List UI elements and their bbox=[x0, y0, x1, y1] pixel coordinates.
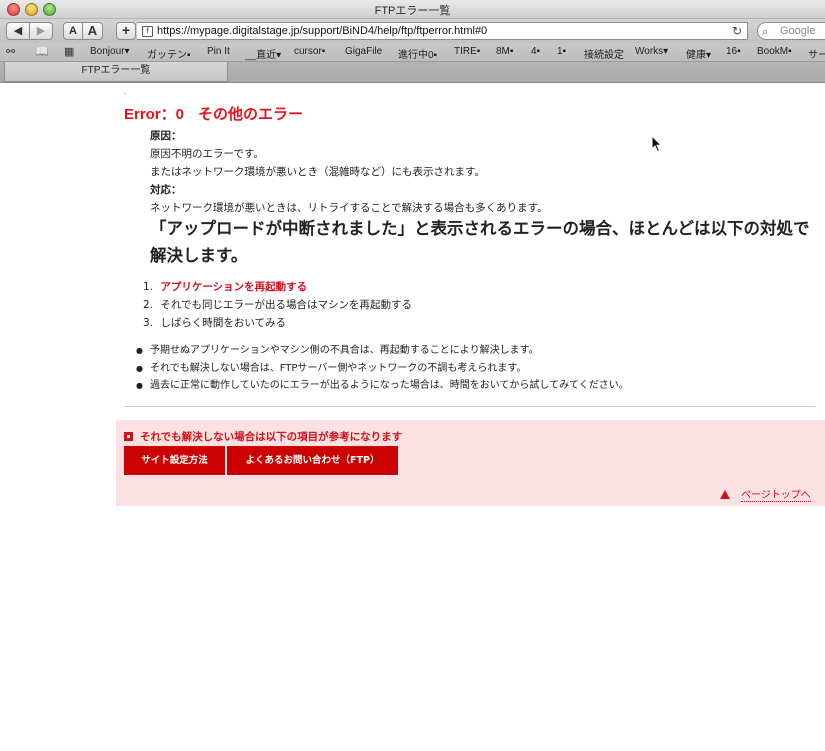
reading-list-icon[interactable]: ⚯ bbox=[6, 45, 15, 58]
resolution-headline: 「アップロードが中断されました」と表示されるエラーの場合、ほとんどは以下の対処で… bbox=[150, 219, 810, 265]
list-item: ● それでも解決しない場合は、FTPサーバー側やネットワークの不調も考えられます。 bbox=[136, 360, 629, 378]
bullet-icon: ● bbox=[136, 363, 143, 373]
error-name: その他のエラー bbox=[198, 106, 304, 123]
bookmark-item[interactable]: cursor▪ bbox=[294, 46, 325, 57]
favicon-icon: f bbox=[142, 26, 153, 37]
divider bbox=[124, 406, 815, 407]
address-bar[interactable]: https://mypage.digitalstage.jp/support/B… bbox=[137, 22, 748, 40]
reload-icon[interactable]: ↻ bbox=[732, 24, 742, 38]
window-title: FTPエラー一覧 bbox=[374, 5, 451, 17]
note-text: それでも解決しない場合は、FTPサーバー側やネットワークの不調も考えられます。 bbox=[150, 362, 527, 374]
steps-list: 1. アプリケーションを再起動する 2. それでも同じエラーが出る場合はマシンを… bbox=[143, 278, 412, 332]
step-number: 2. bbox=[143, 299, 154, 311]
text-smaller-button[interactable]: A bbox=[63, 22, 83, 40]
list-item: ● 予期せぬアプリケーションやマシン側の不具合は、再起動することにより解決します。 bbox=[136, 342, 629, 360]
note-text: 予期せぬアプリケーションやマシン側の不具合は、再起動することにより解決します。 bbox=[150, 345, 539, 356]
error-code: Error：0 bbox=[124, 106, 185, 123]
bullet-icon: ● bbox=[136, 381, 143, 390]
cause-label: 原因： bbox=[150, 130, 182, 142]
bookmarks-book-icon[interactable]: 📖 bbox=[35, 45, 49, 58]
reference-heading-text: それでも解決しない場合は以下の項目が参考になります bbox=[140, 431, 403, 443]
bookmark-item[interactable]: BookM▪ bbox=[757, 46, 792, 57]
forward-button[interactable]: ▶ bbox=[29, 22, 53, 40]
ftp-faq-button[interactable]: よくあるお問い合わせ（FTP） bbox=[227, 446, 398, 475]
tab-label: FTPエラー一覧 bbox=[81, 65, 151, 76]
add-bookmark-button[interactable]: + bbox=[116, 22, 136, 40]
step-number: 1. bbox=[143, 281, 154, 293]
step-item: 2. それでも同じエラーが出る場合はマシンを再起動する bbox=[143, 296, 412, 314]
step-restart-app-link[interactable]: アプリケーションを再起動する bbox=[160, 281, 307, 293]
page-content: Error：0 その他のエラー 原因： 原因不明のエラーです。 またはネットワーク… bbox=[0, 83, 825, 751]
back-button[interactable]: ◀ bbox=[6, 22, 30, 40]
bookmark-item[interactable]: GigaFile bbox=[345, 46, 382, 57]
bookmark-item[interactable]: Works▾ bbox=[635, 46, 668, 57]
notes-list: ● 予期せぬアプリケーションやマシン側の不具合は、再起動することにより解決します。… bbox=[136, 342, 629, 395]
bookmark-item[interactable]: ガッテン▪ bbox=[147, 46, 191, 61]
bookmark-item[interactable]: Pin It bbox=[207, 46, 230, 57]
error-title: Error：0 その他のエラー bbox=[124, 103, 303, 124]
list-item: ● 過去に正常に動作していたのにエラーが出るようになった場合は、時間をおいてから試… bbox=[136, 377, 629, 395]
bookmark-item[interactable]: 健康▾ bbox=[686, 46, 711, 61]
note-text: 過去に正常に動作していたのにエラーが出るようになった場合は、時間をおいてから試し… bbox=[150, 380, 629, 391]
triangle-up-icon bbox=[720, 490, 730, 499]
square-bullet-icon bbox=[124, 432, 133, 441]
step-number: 3. bbox=[143, 317, 154, 329]
reference-heading: それでも解決しない場合は以下の項目が参考になります bbox=[124, 429, 402, 444]
cause-line: 原因不明のエラーです。 bbox=[150, 148, 264, 160]
bookmark-item[interactable]: 1▪ bbox=[557, 46, 566, 57]
page-top-text: ページトップへ bbox=[741, 490, 811, 502]
text-bigger-button[interactable]: A bbox=[82, 22, 103, 40]
cause-line: またはネットワーク環境が悪いとき（混雑時など）にも表示されます。 bbox=[150, 166, 485, 178]
bullet-icon: ● bbox=[136, 346, 143, 355]
bookmarks-bar: ⚯ 📖 ▦ Bonjour▾ ガッテン▪ Pin It __直近▾ cursor… bbox=[0, 43, 825, 62]
site-settings-button[interactable]: サイト設定方法 bbox=[124, 446, 225, 475]
bookmark-item[interactable]: Bonjour▾ bbox=[90, 46, 130, 57]
bookmark-item[interactable]: __直近▾ bbox=[245, 46, 281, 61]
page-top-link[interactable]: ページトップへ bbox=[720, 486, 811, 502]
bookmark-item[interactable]: 8M▪ bbox=[496, 46, 513, 57]
decorative-dot bbox=[124, 93, 126, 94]
bookmark-item[interactable]: 16▪ bbox=[726, 46, 741, 57]
browser-toolbar: ◀ ▶ A A + https://mypage.digitalstage.jp… bbox=[0, 19, 825, 43]
step-item: 3. しばらく時間をおいてみる bbox=[143, 314, 412, 332]
action-label: 対応： bbox=[150, 184, 182, 196]
bookmark-item[interactable]: サー bbox=[808, 46, 825, 61]
bookmark-item[interactable]: 4▪ bbox=[531, 46, 540, 57]
bookmark-item[interactable]: 接続設定 bbox=[584, 46, 624, 61]
step-text: しばらく時間をおいてみる bbox=[160, 317, 287, 329]
search-icon: ⌕ bbox=[762, 25, 769, 38]
tab-ftp-error-list[interactable]: FTPエラー一覧 bbox=[4, 62, 228, 82]
reference-panel: それでも解決しない場合は以下の項目が参考になります サイト設定方法 よくあるお問… bbox=[116, 420, 825, 506]
tab-bar: FTPエラー一覧 bbox=[0, 62, 825, 83]
title-bar: FTPエラー一覧 bbox=[0, 0, 825, 19]
top-sites-grid-icon[interactable]: ▦ bbox=[64, 45, 74, 58]
error-description: 原因： 原因不明のエラーです。 またはネットワーク環境が悪いとき（混雑時など）に… bbox=[150, 127, 810, 217]
step-item: 1. アプリケーションを再起動する bbox=[143, 278, 412, 296]
bookmark-item[interactable]: 進行中0▪ bbox=[398, 46, 437, 61]
bookmark-item[interactable]: TIRE▪ bbox=[454, 46, 480, 57]
step-text: それでも同じエラーが出る場合はマシンを再起動する bbox=[160, 299, 413, 311]
mouse-cursor-icon bbox=[651, 135, 663, 153]
